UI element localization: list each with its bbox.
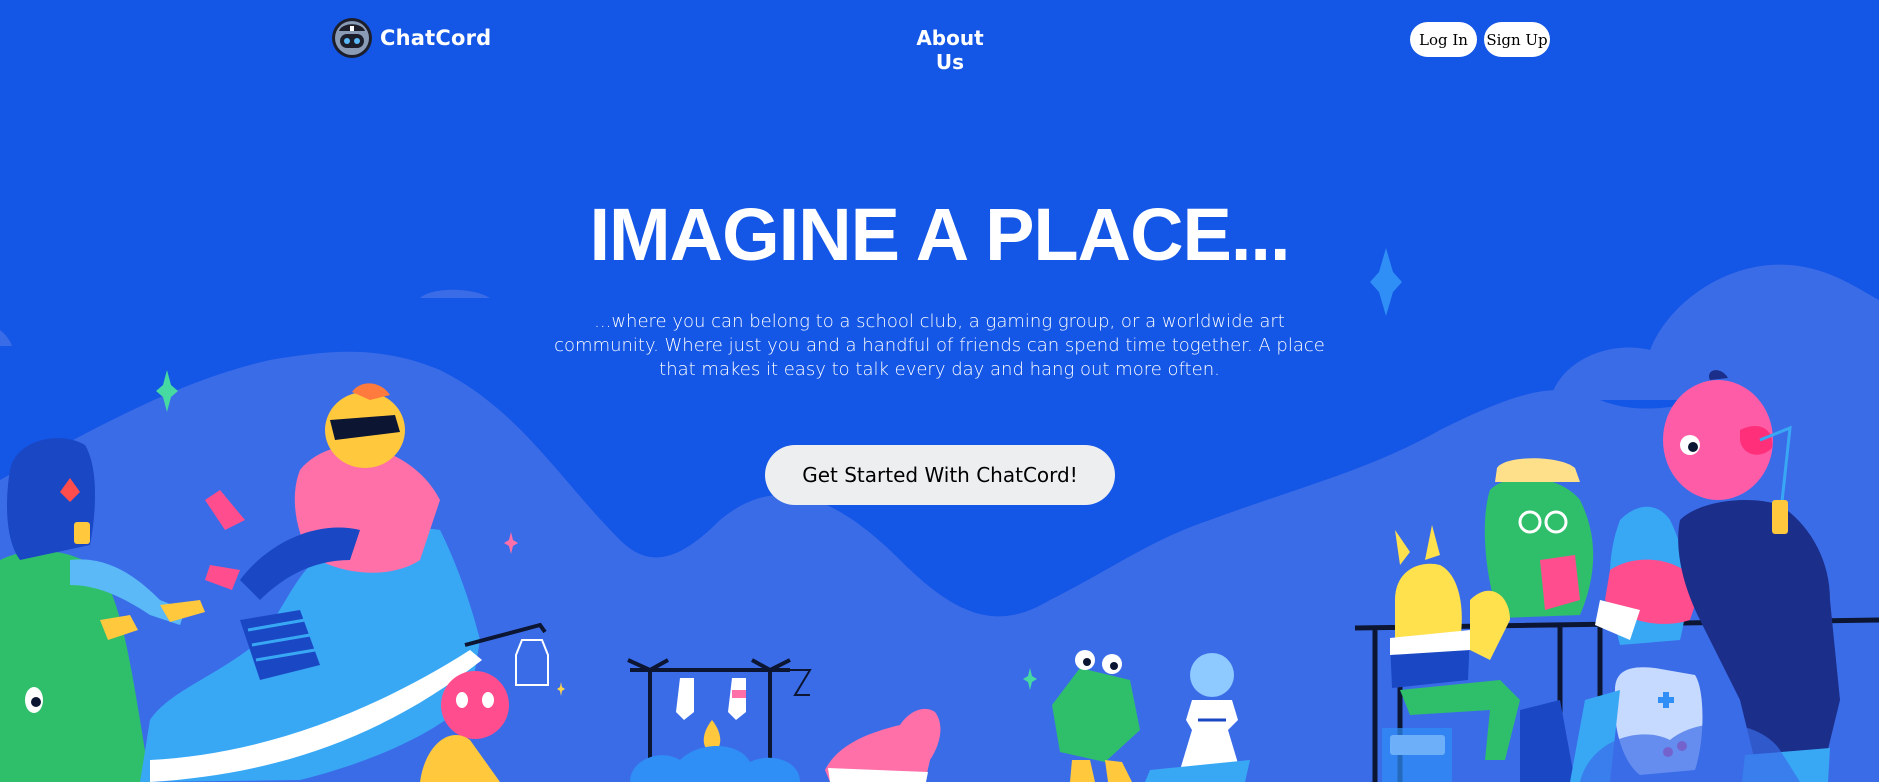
hero-section: IMAGINE A PLACE... ...where you can belo… bbox=[0, 190, 1879, 382]
login-button[interactable]: Log In bbox=[1410, 22, 1477, 57]
top-nav: ChatCord About Us Log In Sign Up bbox=[0, 0, 1879, 80]
logo[interactable]: ChatCord bbox=[330, 16, 491, 60]
pink-creature bbox=[441, 671, 509, 739]
hero-subtitle: ...where you can belong to a school club… bbox=[554, 311, 1325, 380]
phone-icon bbox=[74, 522, 90, 544]
get-started-button[interactable]: Get Started With ChatCord! bbox=[765, 445, 1115, 505]
hero-title: IMAGINE A PLACE... bbox=[589, 193, 1290, 276]
signup-button[interactable]: Sign Up bbox=[1484, 22, 1550, 57]
nav-about-us[interactable]: About Us bbox=[900, 26, 1000, 74]
hero-illustration bbox=[0, 248, 1879, 782]
chess-pawn bbox=[1190, 653, 1234, 697]
robot-helmet-icon bbox=[332, 18, 372, 58]
logo-text: ChatCord bbox=[380, 26, 492, 50]
